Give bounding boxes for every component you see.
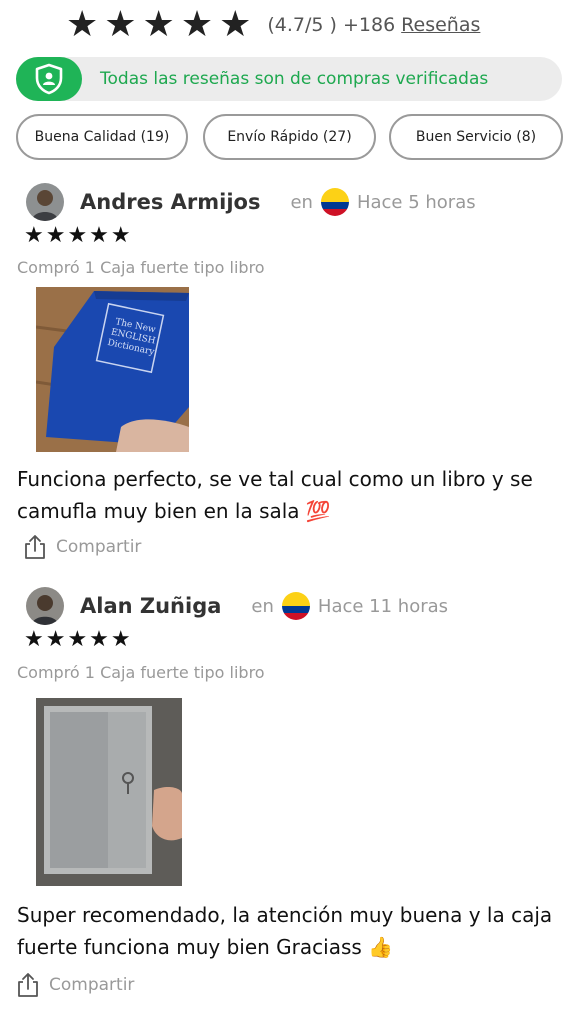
avatar (26, 183, 64, 221)
review-comment: Super recomendado, la atención muy buena… (17, 903, 553, 959)
share-button[interactable]: Compartir (17, 972, 134, 998)
rating-stars: ★★★★★ (66, 4, 258, 45)
verified-text: Todas las reseñas son de compras verific… (100, 69, 489, 89)
filter-chip-label: Envío Rápido (27) (227, 129, 352, 145)
review-stars: ★★★★★ (24, 627, 133, 652)
purchase-info: Compró 1 Caja fuerte tipo libro (17, 663, 265, 682)
rating-value: (4.7/5 ) +186 (267, 14, 396, 36)
reviews-link[interactable]: Reseñas (401, 14, 480, 36)
filter-chip-servicio[interactable]: Buen Servicio (8) (389, 114, 563, 160)
filter-chips: Buena Calidad (19) Envío Rápido (27) Bue… (16, 114, 563, 164)
rating-summary: ★★★★★ (4.7/5 ) +186 Reseñas (66, 4, 480, 46)
purchase-info: Compró 1 Caja fuerte tipo libro (17, 258, 265, 277)
share-icon (25, 535, 45, 559)
reviewer-name: Andres Armijos (80, 190, 261, 214)
share-icon (18, 973, 38, 997)
verified-banner: Todas las reseñas son de compras verific… (16, 57, 562, 101)
country-prefix: en (290, 191, 313, 213)
review-time: Hace 11 horas (317, 595, 449, 617)
review-header: Andres Armijos en Hace 5 horas (26, 183, 476, 221)
filter-chip-calidad[interactable]: Buena Calidad (19) (16, 114, 188, 160)
review-header: Alan Zuñiga en Hace 11 horas (26, 587, 448, 625)
colombia-flag-icon (281, 592, 310, 620)
review-comment: Funciona perfecto, se ve tal cual como u… (17, 467, 533, 523)
reviewer-name: Alan Zuñiga (80, 594, 222, 618)
filter-chip-label: Buena Calidad (19) (34, 129, 170, 145)
shield-user-icon (35, 63, 63, 95)
avatar (26, 587, 64, 625)
share-label: Compartir (49, 975, 135, 995)
share-button[interactable]: Compartir (24, 534, 141, 560)
filter-chip-envio[interactable]: Envío Rápido (27) (203, 114, 376, 160)
colombia-flag-icon (320, 188, 349, 216)
review-time: Hace 5 horas (356, 191, 476, 213)
review-photo[interactable] (36, 698, 182, 886)
verified-badge (16, 57, 82, 101)
share-label: Compartir (56, 537, 142, 557)
country-prefix: en (251, 595, 274, 617)
review-photo[interactable]: The New ENGLISH Dictionary (36, 287, 189, 452)
review-stars: ★★★★★ (24, 223, 133, 248)
filter-chip-label: Buen Servicio (8) (415, 129, 537, 145)
review-card: Andres Armijos en Hace 5 horas ★★★★★ Com… (0, 183, 576, 573)
review-card: Alan Zuñiga en Hace 11 horas ★★★★★ Compr… (0, 587, 576, 1007)
